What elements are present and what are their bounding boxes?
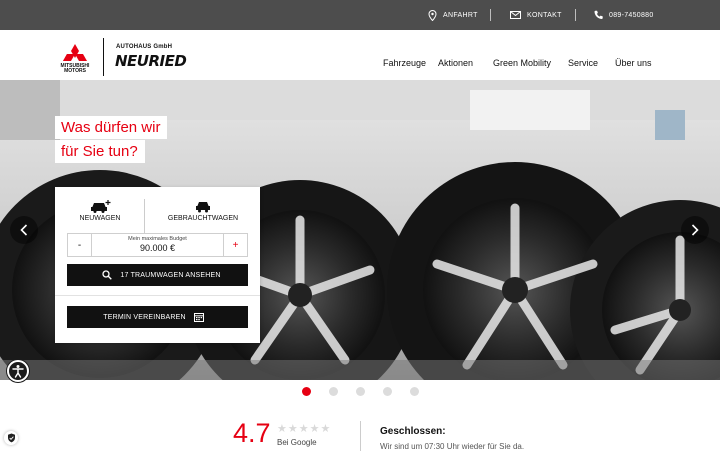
slide-dot-2[interactable] [329,387,338,396]
directions-label: ANFAHRT [443,11,478,19]
slider-next-button[interactable] [681,216,709,244]
phone-number: 089-7450880 [609,11,654,19]
directions-link[interactable]: ANFAHRT [428,0,478,30]
topbar-divider [575,9,576,21]
view-cars-label: 17 TRAUMWAGEN ANSEHEN [120,271,221,279]
budget-label: Mein maximales Budget [128,236,187,242]
dealer-tagline: AUTOHAUS GmbH [116,44,173,50]
hero-headline-line2: für Sie tun? [55,140,145,163]
rating-source[interactable]: Bei Google [277,438,317,447]
slider-pagination [300,386,420,398]
slide-dot-3[interactable] [356,387,365,396]
used-car-icon [196,202,210,213]
search-icon [102,270,113,280]
shield-check-icon [7,433,15,443]
tab-new-cars[interactable]: NEUWAGEN [55,199,145,229]
topbar-divider [490,9,491,21]
nav-item-offers[interactable]: Aktionen [438,58,473,68]
site-header [0,30,720,80]
card-divider [55,295,260,296]
tab-divider [144,199,145,233]
book-appointment-label: TERMIN VEREINBAREN [103,313,186,321]
budget-increase-button[interactable]: + [223,234,247,256]
accessibility-button[interactable] [7,360,29,382]
calendar-icon [193,313,204,322]
budget-decrease-button[interactable]: - [68,234,92,256]
logo-divider [103,38,104,76]
tab-new-label: NEUWAGEN [79,215,121,222]
privacy-button[interactable] [4,431,18,445]
dealer-logo[interactable]: NEURIED [115,52,187,70]
book-appointment-button[interactable]: TERMIN VEREINBAREN [67,306,248,328]
hero-headline-line1: Was dürfen wir [55,116,168,139]
view-cars-button[interactable]: 17 TRAUMWAGEN ANSEHEN [67,264,248,286]
slide-dot-1[interactable] [302,387,311,396]
nav-item-vehicles[interactable]: Fahrzeuge [383,58,426,68]
chevron-right-icon [691,224,699,236]
slide-dot-5[interactable] [410,387,419,396]
rating-divider [360,421,361,451]
budget-stepper: - Mein maximales Budget 90.000 € + [67,233,248,257]
location-pin-icon [428,9,437,21]
tab-used-cars[interactable]: GEBRAUCHTWAGEN [153,199,253,229]
tab-used-label: GEBRAUCHTWAGEN [167,215,239,222]
nav-item-green-mobility[interactable]: Green Mobility [493,58,551,68]
vehicle-finder-card: NEUWAGEN GEBRAUCHTWAGEN - Mein maximales… [55,187,260,343]
google-rating-score: 4.7 [233,418,271,448]
opening-status: Geschlossen: [380,426,446,437]
contact-link[interactable]: KONTAKT [510,0,562,30]
new-car-icon [91,200,111,213]
top-bar: ANFAHRT KONTAKT 089-7450880 [0,0,720,30]
nav-item-service[interactable]: Service [568,58,598,68]
chevron-left-icon [20,224,28,236]
budget-value[interactable]: 90.000 € [92,243,223,253]
rating-stars: ★★★★★ [277,423,332,435]
slider-prev-button[interactable] [10,216,38,244]
mail-icon [510,11,521,19]
phone-icon [594,10,603,19]
phone-link[interactable]: 089-7450880 [594,0,654,30]
contact-label: KONTAKT [527,11,562,19]
mitsubishi-wordmark: MITSUBISHI MOTORS [60,63,90,74]
accessibility-icon [12,365,24,378]
nav-item-about[interactable]: Über uns [615,58,652,68]
slide-dot-4[interactable] [383,387,392,396]
